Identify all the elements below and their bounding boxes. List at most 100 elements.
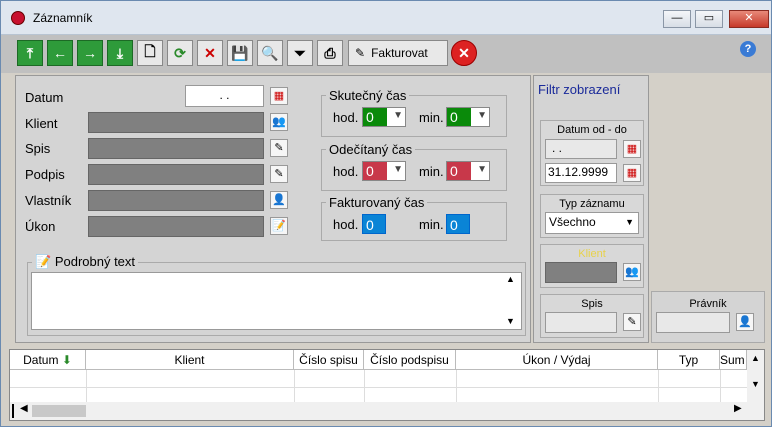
- klient-filter-field[interactable]: [545, 262, 617, 283]
- label-datum: Datum: [25, 90, 64, 105]
- calendar-icon[interactable]: ▦: [623, 164, 641, 182]
- chevron-down-icon: ▼: [477, 164, 487, 175]
- col-divider: [86, 370, 87, 402]
- typ-filter-group: Typ záznamu Všechno ▼: [540, 194, 644, 238]
- chevron-down-icon: ▼: [477, 110, 487, 121]
- pravnik-filter-field[interactable]: [656, 312, 730, 333]
- scroll-left-icon[interactable]: ◀: [20, 403, 28, 414]
- close-window-button[interactable]: ✕: [729, 10, 769, 28]
- app-icon: [11, 11, 25, 25]
- scroll-up-icon[interactable]: ▲: [506, 274, 515, 284]
- last-record-button[interactable]: ⤓: [107, 40, 133, 66]
- window-title: Záznamník: [33, 11, 93, 25]
- klient-filter-label: Klient: [578, 248, 606, 260]
- scroll-up-icon[interactable]: ▲: [747, 353, 764, 363]
- scroll-thumb[interactable]: [32, 405, 86, 417]
- min-label: min.: [419, 217, 444, 232]
- column-header-klient[interactable]: Klient: [86, 350, 294, 370]
- previous-button[interactable]: ←: [47, 40, 73, 66]
- cancel-icon[interactable]: ✕: [451, 40, 477, 66]
- people-icon[interactable]: 👥: [623, 263, 641, 281]
- select-value: 0: [363, 108, 387, 126]
- delete-icon[interactable]: ✕: [197, 40, 223, 66]
- spis-filter-group: Spis ✎: [540, 294, 644, 338]
- pencil-icon[interactable]: ✎: [270, 139, 288, 157]
- pravnik-filter-group: Právník 👤: [651, 291, 765, 343]
- label-vlastnik: Vlastník: [25, 193, 72, 208]
- spis-filter-field[interactable]: [545, 312, 617, 333]
- vlastnik-field[interactable]: [88, 190, 264, 211]
- datum-od-input[interactable]: . .: [545, 139, 617, 159]
- note-icon[interactable]: 📝: [270, 217, 288, 235]
- column-header-cislo-spisu[interactable]: Číslo spisu: [294, 350, 364, 370]
- fakturovany-hod-field[interactable]: 0: [362, 214, 386, 234]
- maximize-button[interactable]: ▭: [695, 10, 723, 28]
- people-icon[interactable]: 👥: [270, 113, 288, 131]
- podpis-field[interactable]: [88, 164, 264, 185]
- hod-label: hod.: [333, 217, 359, 232]
- pencil-icon[interactable]: ✎: [623, 313, 641, 331]
- filter-panel: Filtr zobrazení Datum od - do . . ▦ 31.1…: [533, 75, 649, 343]
- scroll-right-icon[interactable]: ▶: [734, 403, 742, 414]
- search-icon[interactable]: 🔍: [257, 40, 283, 66]
- skutecny-hod-select[interactable]: 0 ▼: [362, 107, 406, 127]
- filter-clear-icon[interactable]: ⏷: [287, 40, 313, 66]
- spis-field[interactable]: [88, 138, 264, 159]
- row-divider: [10, 387, 747, 388]
- horizontal-scrollbar[interactable]: ◀ ▶: [10, 402, 764, 420]
- column-header-ukon-vydaj[interactable]: Úkon / Výdaj: [456, 350, 658, 370]
- datum-do-input[interactable]: 31.12.9999: [545, 163, 617, 183]
- person-icon[interactable]: 👤: [736, 313, 754, 331]
- filter-title: Filtr zobrazení: [538, 82, 621, 97]
- odecitany-hod-select[interactable]: 0 ▼: [362, 161, 406, 181]
- podrobny-text-label: Podrobný text: [54, 254, 136, 269]
- scroll-caret: [12, 404, 14, 418]
- datum-filter-group: Datum od - do . . ▦ 31.12.9999 ▦: [540, 120, 644, 186]
- col-divider: [294, 370, 295, 402]
- records-grid[interactable]: Datum ⬇ Klient Číslo spisu Číslo podspis…: [9, 349, 765, 421]
- podrobny-text-area[interactable]: [31, 272, 522, 330]
- scroll-down-icon[interactable]: ▼: [747, 379, 764, 389]
- datum-input[interactable]: . .: [185, 85, 264, 107]
- typ-select-value: Všechno: [549, 215, 596, 229]
- datum-filter-label: Datum od - do: [557, 124, 627, 136]
- help-icon[interactable]: ?: [740, 41, 756, 57]
- new-document-icon[interactable]: 🗋: [137, 40, 163, 66]
- select-value: 0: [363, 162, 387, 180]
- hod-label: hod.: [333, 164, 359, 179]
- column-header-datum[interactable]: Datum ⬇: [10, 350, 86, 370]
- skutecny-min-select[interactable]: 0 ▼: [446, 107, 490, 127]
- label-klient: Klient: [25, 116, 58, 131]
- typ-filter-label: Typ záznamu: [559, 198, 625, 210]
- pencil-icon[interactable]: ✎: [270, 165, 288, 183]
- fakturovat-button[interactable]: ✎ Fakturovat: [348, 40, 448, 66]
- pravnik-filter-label: Právník: [689, 298, 727, 310]
- vertical-scrollbar[interactable]: ▲ ▼: [747, 350, 764, 402]
- column-header-typ[interactable]: Typ: [658, 350, 720, 370]
- ukon-field[interactable]: [88, 216, 264, 237]
- label-podpis: Podpis: [25, 167, 65, 182]
- klient-field[interactable]: [88, 112, 264, 133]
- next-button[interactable]: →: [77, 40, 103, 66]
- calendar-icon[interactable]: ▦: [623, 140, 641, 158]
- odecitany-min-select[interactable]: 0 ▼: [446, 161, 490, 181]
- note-icon: 📝: [35, 254, 52, 269]
- spis-filter-label: Spis: [581, 298, 603, 310]
- refresh-icon[interactable]: ⟳: [167, 40, 193, 66]
- typ-select[interactable]: Všechno ▼: [545, 212, 639, 234]
- print-icon[interactable]: ⎙: [317, 40, 343, 66]
- scroll-down-icon[interactable]: ▼: [506, 316, 515, 326]
- calendar-icon[interactable]: ▦: [270, 87, 288, 105]
- minimize-button[interactable]: —: [663, 10, 691, 28]
- column-header-sum[interactable]: Sum: [720, 350, 747, 370]
- fakturovany-min-field[interactable]: 0: [446, 214, 470, 234]
- save-icon[interactable]: 💾: [227, 40, 253, 66]
- fakturovany-cas-title: Fakturovaný čas: [329, 195, 425, 210]
- chevron-down-icon: ▼: [393, 110, 403, 121]
- person-icon[interactable]: 👤: [270, 191, 288, 209]
- col-divider: [364, 370, 365, 402]
- window: Záznamník — ▭ ✕ ⤒ ← → ⤓ 🗋 ⟳ ✕ 💾 🔍 ⏷ ⎙ ✎ …: [0, 0, 772, 427]
- chevron-down-icon: ▼: [625, 217, 634, 227]
- column-header-cislo-podspisu[interactable]: Číslo podspisu: [364, 350, 456, 370]
- first-record-button[interactable]: ⤒: [17, 40, 43, 66]
